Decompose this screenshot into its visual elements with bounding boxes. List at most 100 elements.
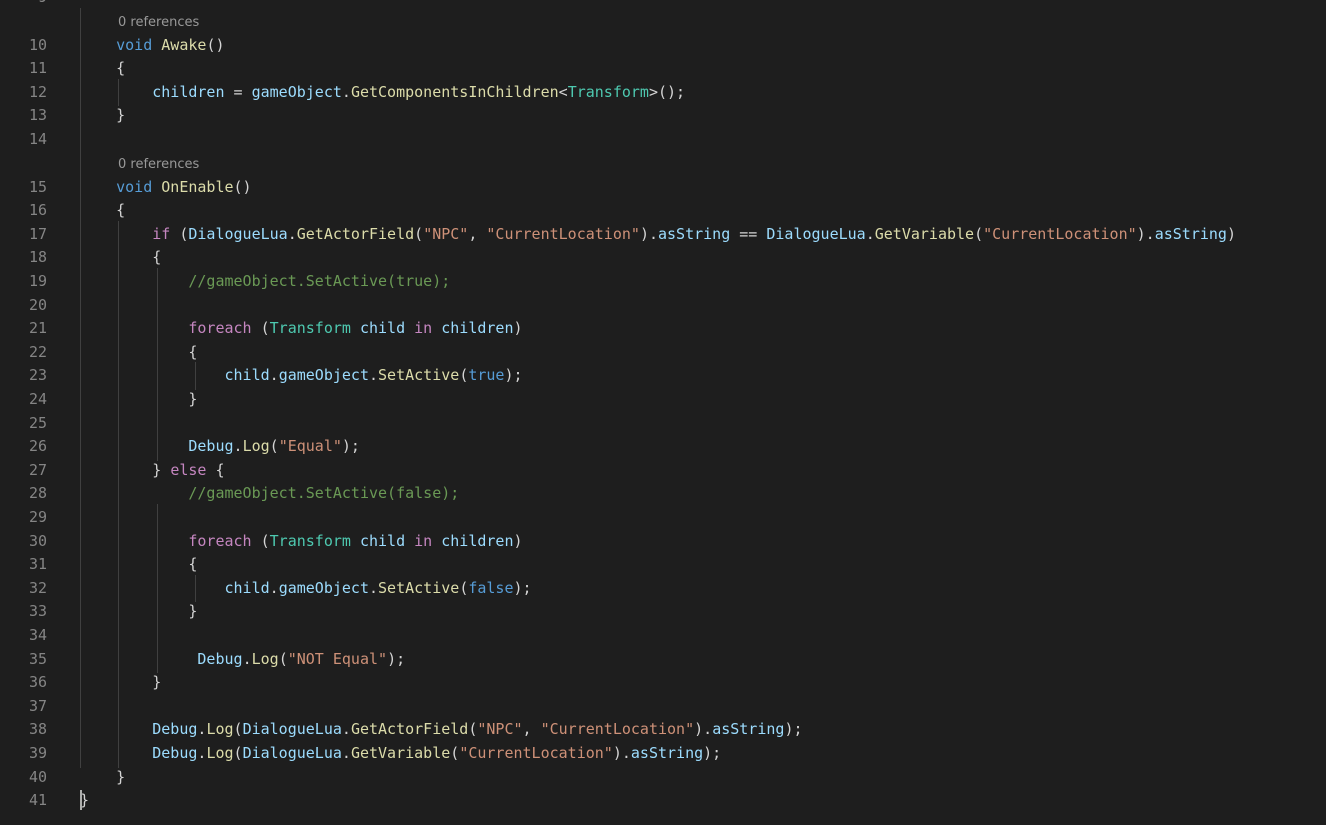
- line-number: 13: [28, 106, 47, 125]
- code-token: GetActorField: [296, 224, 415, 243]
- code-token: "NPC": [477, 720, 523, 739]
- code-token: void: [80, 35, 162, 54]
- code-token: ,: [468, 224, 487, 243]
- code-line[interactable]: } else {: [80, 459, 225, 481]
- code-token: Log: [206, 744, 234, 762]
- code-token: =: [224, 82, 252, 101]
- code-token: ).: [694, 720, 713, 739]
- line-number: 37: [28, 696, 47, 715]
- code-line[interactable]: }: [80, 766, 125, 788]
- code-token: SetActive: [378, 578, 460, 597]
- line-number: 39: [28, 744, 47, 762]
- code-line[interactable]: foreach (Transform child in children): [80, 530, 523, 552]
- line-number: 41: [28, 791, 47, 810]
- code-token: }: [80, 602, 198, 621]
- code-token: (: [233, 720, 243, 739]
- code-token: (: [459, 578, 469, 597]
- code-token: Log: [242, 437, 270, 456]
- code-line[interactable]: if (DialogueLua.GetActorField("NPC", "Cu…: [80, 223, 1236, 245]
- code-line[interactable]: void OnEnable(): [80, 176, 251, 198]
- code-editor[interactable]: 9 10 11 12 13 14 15 16 17 18 19 20 21 22 23 24 25 26 27 28 2…: [0, 0, 1326, 825]
- code-token: "Equal": [278, 437, 342, 456]
- line-number: 33: [28, 602, 47, 621]
- code-line[interactable]: //gameObject.SetActive(false);: [80, 482, 459, 504]
- code-token: if: [80, 224, 180, 243]
- line-number: 38: [28, 720, 47, 739]
- code-line[interactable]: //gameObject.SetActive(true);: [80, 270, 450, 292]
- code-token: (: [233, 744, 243, 762]
- line-number: 35: [28, 649, 47, 668]
- code-line[interactable]: Debug.Log("Equal");: [80, 435, 360, 457]
- line-number: 11: [28, 59, 47, 78]
- code-line[interactable]: }: [80, 671, 161, 693]
- code-line[interactable]: void Awake(): [80, 34, 224, 56]
- code-token: child: [350, 531, 415, 550]
- code-line[interactable]: Debug.Log("NOT Equal");: [80, 648, 405, 670]
- line-number: 25: [28, 413, 47, 432]
- code-token: Awake: [161, 35, 207, 54]
- code-line[interactable]: {: [80, 553, 197, 575]
- code-line[interactable]: {: [80, 246, 161, 268]
- code-line[interactable]: {: [80, 199, 125, 221]
- code-token: >();: [648, 82, 686, 101]
- code-line[interactable]: }: [80, 388, 197, 410]
- code-token: ): [513, 531, 523, 550]
- codelens-references[interactable]: 0 references: [118, 14, 199, 32]
- code-token: child: [350, 319, 415, 338]
- text-cursor: [80, 790, 82, 811]
- code-token: .: [369, 366, 379, 385]
- code-token: ).: [612, 744, 631, 762]
- code-line[interactable]: {: [80, 341, 197, 363]
- code-token: (: [278, 649, 288, 668]
- code-token: ).: [639, 224, 658, 243]
- code-token: .: [233, 437, 243, 456]
- code-line[interactable]: child.gameObject.SetActive(true);: [80, 364, 522, 386]
- code-token: Debug: [80, 649, 243, 668]
- code-token: Debug: [80, 720, 198, 739]
- code-token: ).: [1136, 224, 1155, 243]
- code-line[interactable]: }: [80, 600, 197, 622]
- code-token: DialogueLua: [242, 744, 342, 762]
- code-token: }: [80, 673, 162, 692]
- line-number: 31: [28, 555, 47, 574]
- codelens-references[interactable]: 0 references: [118, 156, 199, 174]
- code-token: child: [80, 366, 270, 385]
- code-token: (: [269, 437, 279, 456]
- code-token: }: [80, 390, 198, 408]
- line-number: 12: [28, 82, 47, 101]
- code-token: }: [80, 106, 126, 125]
- code-token: foreach: [80, 319, 261, 338]
- code-line[interactable]: child.gameObject.SetActive(false);: [80, 577, 532, 599]
- code-token: asString: [658, 224, 731, 243]
- code-token: .: [287, 224, 297, 243]
- code-token: (: [974, 224, 984, 243]
- code-token: gameObject: [251, 82, 342, 101]
- code-token: ): [513, 319, 523, 338]
- code-line[interactable]: Debug.Log(DialogueLua.GetVariable("Curre…: [80, 742, 721, 764]
- code-token: "CurrentLocation": [486, 224, 640, 243]
- code-token: children: [80, 82, 225, 101]
- code-token: );: [513, 578, 532, 597]
- code-token: GetComponentsInChildren: [350, 82, 559, 101]
- code-token: (: [260, 531, 270, 550]
- code-token: {: [215, 460, 225, 479]
- code-line[interactable]: children = gameObject.GetComponentsInChi…: [80, 81, 685, 103]
- code-token: asString: [630, 744, 704, 762]
- line-number: 16: [28, 201, 47, 220]
- code-token: "NOT Equal": [287, 649, 388, 668]
- code-token: );: [341, 437, 360, 456]
- line-number: 24: [28, 390, 47, 408]
- code-line[interactable]: Debug.Log(DialogueLua.GetActorField("NPC…: [80, 718, 802, 740]
- code-token: (: [459, 366, 469, 385]
- code-token: else: [170, 460, 216, 479]
- code-token: {: [80, 201, 126, 220]
- line-number: 28: [28, 484, 47, 503]
- code-line[interactable]: foreach (Transform child in children): [80, 317, 523, 339]
- code-token: in: [414, 531, 442, 550]
- code-token: {: [80, 59, 126, 78]
- code-line[interactable]: {: [80, 57, 125, 79]
- code-token: void: [80, 177, 162, 196]
- line-number: 9: [0, 0, 47, 8]
- code-token: Transform: [269, 531, 351, 550]
- code-line[interactable]: }: [80, 104, 125, 126]
